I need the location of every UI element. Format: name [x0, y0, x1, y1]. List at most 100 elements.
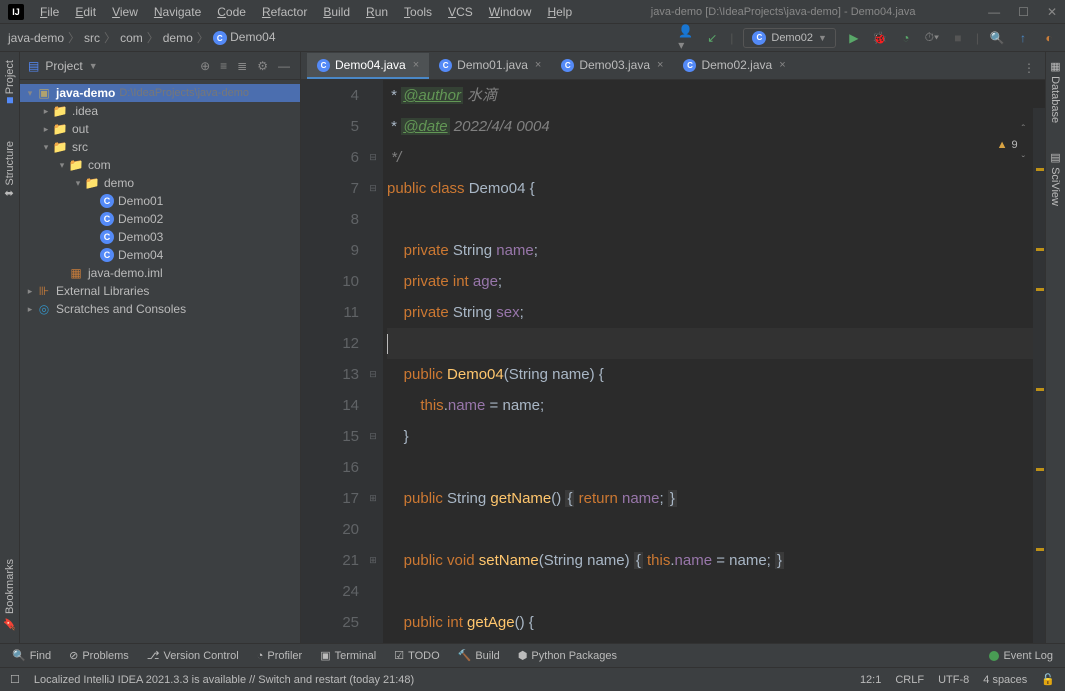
- line-number[interactable]: 11: [301, 297, 359, 328]
- tree-node-idea[interactable]: ▸📁.idea: [20, 102, 300, 120]
- fold-icon[interactable]: ⊟: [365, 359, 381, 390]
- database-tool-tab[interactable]: ▦ Database: [1049, 56, 1062, 127]
- minimize-button[interactable]: —: [988, 5, 1000, 19]
- quick-access-icon[interactable]: ☐: [10, 673, 20, 686]
- close-tab-icon[interactable]: ×: [779, 59, 785, 71]
- caret-position[interactable]: 12:1: [860, 674, 881, 686]
- line-number[interactable]: 5: [301, 111, 359, 142]
- line-number[interactable]: 15: [301, 421, 359, 452]
- line-number[interactable]: 7: [301, 173, 359, 204]
- tree-node-class[interactable]: CDemo02: [20, 210, 300, 228]
- code-line[interactable]: [387, 576, 1045, 607]
- close-tab-icon[interactable]: ×: [413, 59, 419, 71]
- git-update-icon[interactable]: ↙: [704, 30, 720, 46]
- line-number[interactable]: 17: [301, 483, 359, 514]
- code-line[interactable]: private String sex;: [387, 297, 1045, 328]
- code-line[interactable]: this.name = name;: [387, 390, 1045, 421]
- inspection-badge[interactable]: ▲ 9 ˆ ˇ: [997, 114, 1025, 176]
- locate-icon[interactable]: ⊕: [198, 57, 212, 75]
- breadcrumb-item[interactable]: src: [84, 31, 100, 45]
- todo-tool-tab[interactable]: ☑ TODO: [394, 649, 439, 662]
- line-number[interactable]: 21: [301, 545, 359, 576]
- code-line[interactable]: [387, 204, 1045, 235]
- add-user-icon[interactable]: 👤▾: [678, 30, 694, 46]
- event-log-tool-tab[interactable]: Event Log: [989, 650, 1053, 662]
- menu-refactor[interactable]: Refactor: [256, 3, 313, 21]
- project-tool-tab[interactable]: Project: [4, 56, 16, 107]
- readonly-lock-icon[interactable]: 🔓: [1041, 673, 1055, 686]
- menu-edit[interactable]: Edit: [69, 3, 102, 21]
- line-number[interactable]: 6: [301, 142, 359, 173]
- code-line[interactable]: private int age;: [387, 266, 1045, 297]
- code-line[interactable]: public String getName() { return name; }: [387, 483, 1045, 514]
- tree-node-external-libs[interactable]: ▸⊪External Libraries: [20, 282, 300, 300]
- fold-icon[interactable]: ⊟: [365, 173, 381, 204]
- close-button[interactable]: ✕: [1047, 5, 1057, 19]
- code-line[interactable]: public Demo04(String name) {: [387, 359, 1045, 390]
- fold-icon[interactable]: ⊟: [365, 142, 381, 173]
- debug-button[interactable]: 🐞: [872, 30, 888, 46]
- code-line[interactable]: private String name;: [387, 235, 1045, 266]
- close-tab-icon[interactable]: ×: [535, 59, 541, 71]
- python-packages-tool-tab[interactable]: ⬢ Python Packages: [518, 649, 617, 662]
- profiler-button[interactable]: ⏱▾: [924, 30, 940, 46]
- fold-icon[interactable]: ⊟: [365, 421, 381, 452]
- menu-navigate[interactable]: Navigate: [148, 3, 207, 21]
- breadcrumb-item[interactable]: com: [120, 31, 143, 45]
- build-tool-tab[interactable]: 🔨 Build: [458, 649, 500, 662]
- line-number[interactable]: 10: [301, 266, 359, 297]
- code-line[interactable]: [387, 452, 1045, 483]
- tree-node-demo[interactable]: ▾📁demo: [20, 174, 300, 192]
- breadcrumb-item[interactable]: java-demo: [8, 31, 64, 45]
- line-separator[interactable]: CRLF: [895, 674, 924, 686]
- coverage-button[interactable]: ◔: [898, 30, 914, 46]
- code-line[interactable]: */: [387, 142, 1045, 173]
- code-line[interactable]: public int getAge() {: [387, 607, 1045, 638]
- code-line[interactable]: * @author 水滴: [387, 80, 1045, 111]
- editor-tab[interactable]: CDemo01.java×: [429, 53, 551, 79]
- menu-run[interactable]: Run: [360, 3, 394, 21]
- tree-node-class[interactable]: CDemo01: [20, 192, 300, 210]
- search-everywhere-icon[interactable]: 🔍: [989, 30, 1005, 46]
- structure-tool-tab[interactable]: ⬍ Structure: [3, 137, 16, 202]
- menu-view[interactable]: View: [106, 3, 144, 21]
- file-encoding[interactable]: UTF-8: [938, 674, 969, 686]
- run-configuration-dropdown[interactable]: C Demo02 ▼: [743, 28, 836, 48]
- menu-vcs[interactable]: VCS: [442, 3, 479, 21]
- tree-node-class[interactable]: CDemo04: [20, 246, 300, 264]
- stop-button[interactable]: ■: [950, 30, 966, 46]
- code-line[interactable]: public void setName(String name) { this.…: [387, 545, 1045, 576]
- ide-settings-icon[interactable]: ◐: [1041, 30, 1057, 46]
- menu-file[interactable]: File: [34, 3, 65, 21]
- menu-help[interactable]: Help: [541, 3, 578, 21]
- profiler-tool-tab[interactable]: ◔ Profiler: [257, 650, 303, 662]
- line-number[interactable]: 13: [301, 359, 359, 390]
- line-number[interactable]: 25: [301, 607, 359, 638]
- sciview-tool-tab[interactable]: ▤ SciView: [1049, 147, 1062, 210]
- expand-all-icon[interactable]: ≡: [218, 57, 229, 75]
- line-number[interactable]: 14: [301, 390, 359, 421]
- bookmarks-tool-tab[interactable]: 🔖 Bookmarks: [3, 555, 16, 635]
- maximize-button[interactable]: ☐: [1018, 5, 1029, 19]
- code-line[interactable]: public class Demo04 {: [387, 173, 1045, 204]
- code-line[interactable]: [387, 514, 1045, 545]
- tree-node-out[interactable]: ▸📁out: [20, 120, 300, 138]
- code-line[interactable]: * @date 2022/4/4 0004: [387, 111, 1045, 142]
- tree-node-scratches[interactable]: ▸◎Scratches and Consoles: [20, 300, 300, 318]
- line-number[interactable]: 16: [301, 452, 359, 483]
- editor-tab[interactable]: CDemo02.java×: [673, 53, 795, 79]
- tree-node-src[interactable]: ▾📁src: [20, 138, 300, 156]
- fold-icon[interactable]: ⊞: [365, 483, 381, 514]
- editor-tab[interactable]: CDemo04.java×: [307, 53, 429, 79]
- line-number[interactable]: 9: [301, 235, 359, 266]
- menu-tools[interactable]: Tools: [398, 3, 438, 21]
- terminal-tool-tab[interactable]: ▣ Terminal: [320, 649, 376, 662]
- error-stripe[interactable]: ▲ 9 ˆ ˇ: [1033, 108, 1045, 643]
- line-number[interactable]: 4: [301, 80, 359, 111]
- tree-node-com[interactable]: ▾📁com: [20, 156, 300, 174]
- line-number[interactable]: 8: [301, 204, 359, 235]
- collapse-all-icon[interactable]: ≣: [235, 57, 249, 75]
- fold-icon[interactable]: ⊞: [365, 545, 381, 576]
- menu-code[interactable]: Code: [211, 3, 252, 21]
- tabs-menu-icon[interactable]: ⋮: [1013, 57, 1045, 79]
